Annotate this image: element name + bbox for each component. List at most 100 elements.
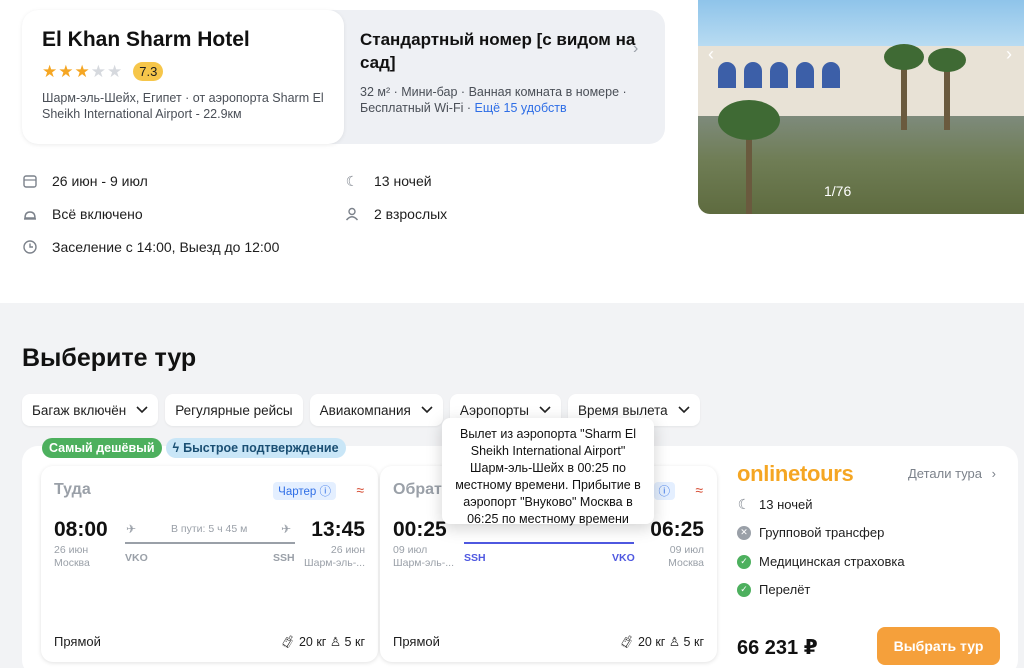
star-icon: ★: [74, 61, 90, 81]
check-icon: ✓: [737, 554, 751, 569]
nights-text: 13 ночей: [374, 173, 432, 189]
charter-label: Чартер: [278, 486, 317, 498]
baggage-info: 🧳︎ 20 кг ♙ 5 кг: [280, 634, 365, 650]
tour-price: 66 231 ₽: [737, 637, 818, 659]
hotel-stars: ★ ★ ★ ★ ★ 7.3: [42, 60, 324, 82]
airline-logo-icon: ≈: [356, 482, 364, 498]
check-icon: ✓: [737, 582, 751, 597]
room-title[interactable]: Стандартный номер [с видом на сад]: [360, 28, 650, 74]
more-amenities-link[interactable]: Ещё 15 удобств: [474, 101, 566, 115]
departure-info: 09 июл Шарм-эль-...: [393, 544, 454, 570]
star-icon: ★: [107, 61, 123, 81]
flight-direction: Обрат: [393, 481, 442, 498]
included-transfer-text: Групповой трансфер: [759, 525, 885, 540]
flight-duration: В пути: 5 ч 45 м: [171, 523, 248, 535]
outbound-flight-card[interactable]: Туда Чартер ⓘ ≈ 08:00 ✈ В пути: 5 ч 45 м…: [41, 466, 378, 662]
chevron-down-icon: [136, 403, 148, 417]
guests-text: 2 взрослых: [374, 206, 448, 222]
filter-label: Время вылета: [577, 402, 668, 418]
chevron-down-icon: [678, 403, 690, 417]
chevron-right-icon[interactable]: ›: [633, 40, 638, 58]
photo-arch: [744, 62, 762, 88]
flight-direction: Туда: [54, 481, 91, 498]
star-icon: ★: [42, 61, 58, 81]
fast-confirm-badge: ϟ Быстрое подтверждение: [165, 438, 346, 458]
rating-badge: 7.3: [133, 61, 164, 81]
included-insurance-text: Медицинская страховка: [759, 554, 905, 569]
arrival-date: 26 июн: [330, 544, 365, 556]
arrival-city: Шарм-эль-...: [304, 557, 365, 569]
meal-text: Всё включено: [52, 206, 143, 222]
photo-palm-leaves: [718, 100, 780, 140]
arrival-airport: VKO: [612, 552, 635, 564]
included-nights: ☾ 13 ночей: [737, 496, 813, 512]
included-insurance: ✓ Медицинская страховка: [737, 554, 905, 569]
dates-row: 26 июн - 9 июл: [22, 173, 148, 189]
departure-time: 08:00: [54, 518, 108, 541]
departure-airport: SSH: [464, 552, 486, 564]
flight-type: Прямой: [54, 634, 101, 649]
cheapest-badge: Самый дешёвый: [42, 438, 162, 458]
departure-date: 09 июл: [393, 544, 428, 556]
arrival-time: 13:45: [311, 518, 365, 541]
included-nights-text: 13 ночей: [759, 497, 813, 512]
hotel-photo[interactable]: ‹ › 1/76: [698, 0, 1024, 214]
hotel-name[interactable]: El Khan Sharm Hotel: [42, 28, 324, 52]
included-transfer: ✕ Групповой трансфер: [737, 525, 884, 540]
section-title: Выберите тур: [22, 344, 197, 372]
fast-confirm-label: Быстрое подтверждение: [183, 441, 339, 455]
charter-badge[interactable]: ⓘ: [653, 482, 675, 500]
plane-landing-icon: ✈: [281, 522, 292, 536]
plane-takeoff-icon: ✈: [126, 522, 137, 536]
calendar-icon: [22, 173, 38, 189]
filter-label: Багаж включён: [32, 402, 127, 418]
nights-row: ☾ 13 ночей: [344, 172, 432, 190]
photo-arch: [796, 62, 814, 88]
arrival-info: 09 июл Москва: [668, 544, 704, 570]
departure-info: 26 июн Москва: [54, 544, 90, 570]
airline-logo-icon: ≈: [695, 482, 703, 498]
chevron-down-icon: [421, 403, 433, 417]
included-flight: ✓ Перелёт: [737, 582, 810, 597]
baggage-weight: 20 кг: [298, 635, 327, 649]
choose-tour-button[interactable]: Выбрать тур: [877, 627, 1000, 665]
departure-airport: VKO: [125, 552, 148, 564]
photo-next-icon[interactable]: ›: [1006, 44, 1012, 65]
filter-baggage[interactable]: Багаж включён: [22, 394, 159, 426]
lightning-icon: ϟ: [172, 441, 180, 455]
person-icon: [344, 206, 360, 222]
checkin-row: Заселение с 14:00, Выезд до 12:00: [22, 239, 279, 255]
filter-label: Регулярные рейсы: [175, 402, 293, 418]
hotel-section: El Khan Sharm Hotel ★ ★ ★ ★ ★ 7.3 Шарм-э…: [0, 0, 1024, 303]
tour-details-link[interactable]: Детали тура ›: [908, 466, 996, 481]
included-flight-text: Перелёт: [759, 582, 811, 597]
hotel-summary[interactable]: El Khan Sharm Hotel ★ ★ ★ ★ ★ 7.3 Шарм-э…: [22, 10, 344, 144]
room-amenities: 32 м² · Мини-бар · Ванная комната в номе…: [360, 84, 650, 116]
departure-time: 00:25: [393, 518, 447, 541]
photo-palm: [944, 62, 950, 130]
info-icon: ⓘ: [658, 486, 671, 498]
arrival-city: Москва: [668, 557, 704, 569]
checkin-text: Заселение с 14:00, Выезд до 12:00: [52, 239, 280, 255]
photo-prev-icon[interactable]: ‹: [708, 44, 714, 65]
suitcase-icon: 🧳︎: [279, 635, 296, 649]
room-info[interactable]: Стандартный номер [с видом на сад] 32 м²…: [360, 28, 650, 116]
guests-row: 2 взрослых: [344, 206, 447, 222]
photo-arch: [770, 62, 788, 88]
departure-city: Шарм-эль-...: [393, 557, 454, 569]
charter-badge[interactable]: Чартер ⓘ: [273, 482, 336, 500]
filter-airline[interactable]: Авиакомпания: [309, 394, 443, 426]
dates-text: 26 июн - 9 июл: [52, 173, 148, 189]
hand-luggage-weight: 5 кг: [344, 635, 365, 649]
filter-label: Авиакомпания: [319, 402, 411, 418]
bell-icon: [22, 206, 38, 222]
hotel-location: Шарм-эль-Шейх, Египет · от аэропорта Sha…: [42, 91, 324, 121]
details-label: Детали тура: [908, 466, 983, 481]
arrival-airport: SSH: [273, 552, 295, 564]
chevron-right-icon: ›: [991, 466, 996, 481]
baggage-weight: 20 кг: [637, 635, 666, 649]
offer-tags: Самый дешёвый ϟ Быстрое подтверждение: [42, 438, 350, 458]
moon-icon: ☾: [345, 172, 359, 189]
filter-regular-flights[interactable]: Регулярные рейсы: [165, 394, 303, 426]
photo-palm-leaves: [884, 44, 924, 70]
